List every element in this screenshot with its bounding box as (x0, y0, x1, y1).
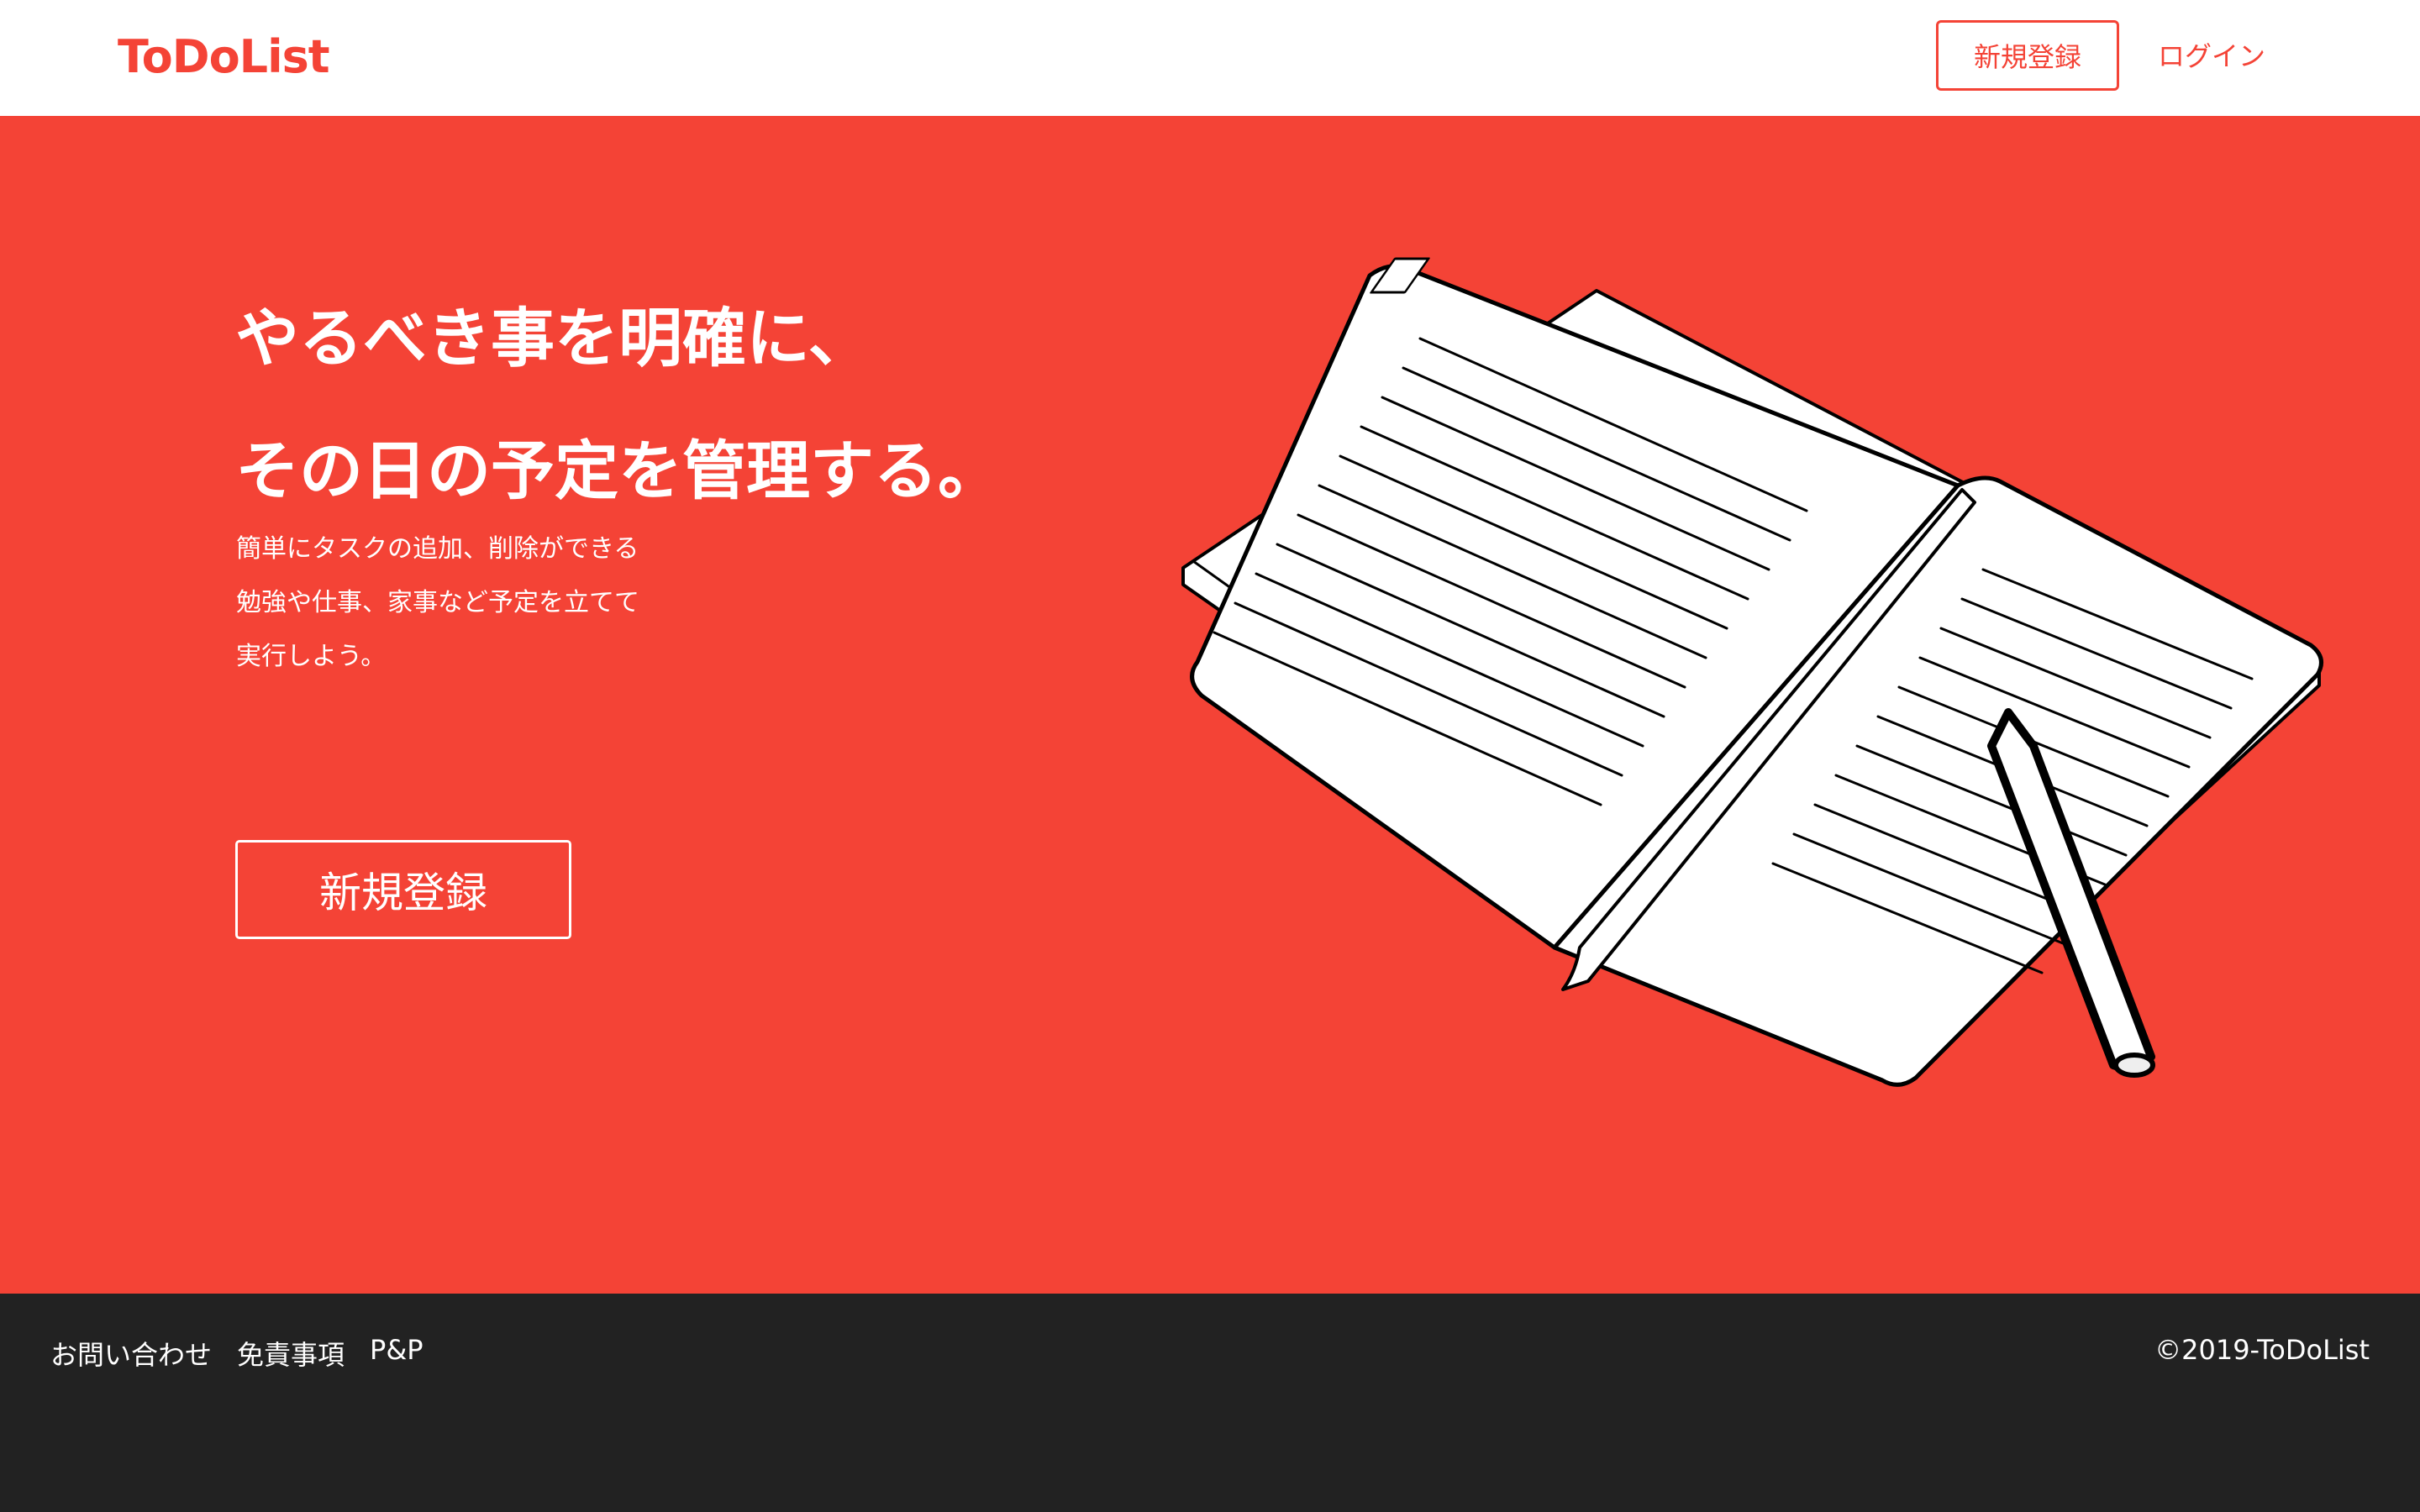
footer-pp-link[interactable]: P&P (370, 1334, 424, 1373)
hero-description: 簡単にタスクの追加、削除ができる 勉強や仕事、家事など予定を立てて 実行しよう。 (236, 522, 639, 684)
hero-description-line: 勉強や仕事、家事など予定を立てて (236, 588, 639, 617)
copyright: ©2019-ToDoList (2154, 1334, 2370, 1366)
footer-links: お問い合わせ 免責事項 P&P (50, 1334, 424, 1373)
hero-section: やるべき事を明確に、 その日の予定を管理する。 簡単にタスクの追加、削除ができる… (0, 116, 2420, 1294)
header-signup-button[interactable]: 新規登録 (1936, 20, 2119, 91)
hero-headline-line-2: その日の予定を管理する。 (235, 433, 1002, 508)
hero-signup-button[interactable]: 新規登録 (235, 840, 571, 939)
site-footer: お問い合わせ 免責事項 P&P ©2019-ToDoList (0, 1294, 2420, 1512)
open-notebook-with-pencil-icon (1181, 257, 2323, 1087)
logo[interactable]: ToDoList (118, 30, 330, 83)
footer-contact-link[interactable]: お問い合わせ (50, 1334, 212, 1373)
header-login-link[interactable]: ログイン (2158, 35, 2265, 74)
site-header: ToDoList 新規登録 ログイン (0, 0, 2420, 116)
hero-description-line: 実行しよう。 (236, 642, 387, 671)
hero-headline-line-1: やるべき事を明確に、 (235, 301, 872, 375)
hero-headline: やるべき事を明確に、 その日の予定を管理する。 (235, 272, 1002, 538)
footer-disclaimer-link[interactable]: 免責事項 (237, 1334, 345, 1373)
hero-description-line: 簡単にタスクの追加、削除ができる (236, 534, 639, 564)
